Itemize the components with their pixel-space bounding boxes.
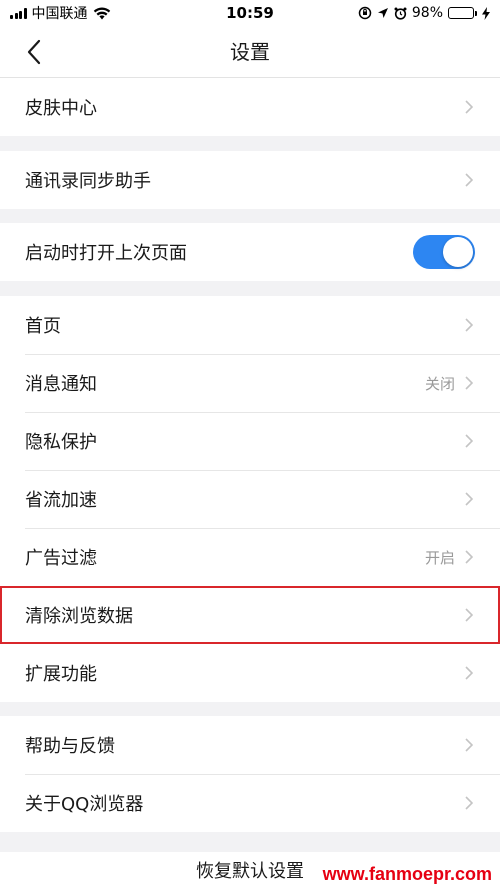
settings-item-label: 清除浏览数据 (25, 606, 133, 627)
settings-item-about[interactable]: 关于QQ浏览器 (0, 774, 500, 832)
settings-item-label: 关于QQ浏览器 (25, 794, 144, 815)
settings-item-label: 首页 (25, 316, 61, 337)
location-arrow-icon (377, 8, 388, 18)
settings-item-value: 开启 (424, 548, 455, 567)
battery-percent: 98% (411, 5, 443, 21)
settings-item-label: 扩展功能 (25, 664, 97, 685)
settings-item-help-feedback[interactable]: 帮助与反馈 (0, 716, 500, 774)
charging-bolt-icon (482, 6, 490, 20)
group-help: 帮助与反馈 关于QQ浏览器 (0, 716, 500, 832)
status-left: 中国联通 (10, 3, 111, 23)
chevron-right-icon (465, 99, 475, 115)
status-right: 98% (358, 5, 490, 21)
alarm-icon (394, 7, 407, 20)
settings-item-skin-center[interactable]: 皮肤中心 (0, 78, 500, 136)
settings-item-value: 关闭 (424, 374, 455, 393)
chevron-right-icon (465, 665, 475, 681)
carrier-name: 中国联通 (31, 6, 88, 22)
chevron-right-icon (465, 549, 475, 565)
settings-item-label: 省流加速 (25, 490, 97, 511)
settings-item-extensions[interactable]: 扩展功能 (0, 644, 500, 702)
orientation-lock-icon (358, 6, 372, 20)
group-main: 首页 消息通知 关闭 隐私保护 省流加速 广告过滤 开启 清除浏览数据 扩展功能 (0, 296, 500, 702)
settings-item-contacts-sync[interactable]: 通讯录同步助手 (0, 151, 500, 209)
settings-item-data-saver[interactable]: 省流加速 (0, 470, 500, 528)
chevron-left-icon (27, 39, 41, 65)
settings-item-label: 广告过滤 (25, 548, 97, 569)
group-skin: 皮肤中心 (0, 78, 500, 136)
chevron-right-icon (465, 317, 475, 333)
battery-icon (448, 7, 477, 19)
watermark: www.fanmoepr.com (320, 864, 494, 885)
settings-item-label: 通讯录同步助手 (25, 171, 151, 192)
settings-item-label: 隐私保护 (25, 432, 97, 453)
settings-item-label: 消息通知 (25, 374, 97, 395)
chevron-right-icon (465, 737, 475, 753)
chevron-right-icon (465, 491, 475, 507)
status-bar: 中国联通 10:59 98% (0, 0, 500, 26)
settings-item-clear-browsing-data[interactable]: 清除浏览数据 (0, 586, 500, 644)
wifi-icon (93, 7, 110, 19)
chevron-right-icon (465, 375, 475, 391)
settings-item-notifications[interactable]: 消息通知 关闭 (0, 354, 500, 412)
back-button[interactable] (18, 36, 50, 68)
group-startup: 启动时打开上次页面 (0, 223, 500, 281)
chevron-right-icon (465, 172, 475, 188)
settings-item-open-last-page: 启动时打开上次页面 (0, 223, 500, 281)
settings-item-privacy[interactable]: 隐私保护 (0, 412, 500, 470)
settings-item-label: 皮肤中心 (25, 98, 97, 119)
chevron-right-icon (465, 433, 475, 449)
page-title: 设置 (230, 40, 270, 64)
settings-item-homepage[interactable]: 首页 (0, 296, 500, 354)
settings-item-ad-filter[interactable]: 广告过滤 开启 (0, 528, 500, 586)
settings-item-label: 帮助与反馈 (25, 736, 115, 757)
signal-icon (10, 7, 27, 19)
chevron-right-icon (465, 795, 475, 811)
open-last-page-toggle[interactable] (413, 235, 475, 269)
settings-item-label: 启动时打开上次页面 (25, 243, 187, 264)
group-contacts: 通讯录同步助手 (0, 151, 500, 209)
toggle-knob (443, 237, 473, 267)
nav-bar: 设置 (0, 26, 500, 78)
chevron-right-icon (465, 607, 475, 623)
